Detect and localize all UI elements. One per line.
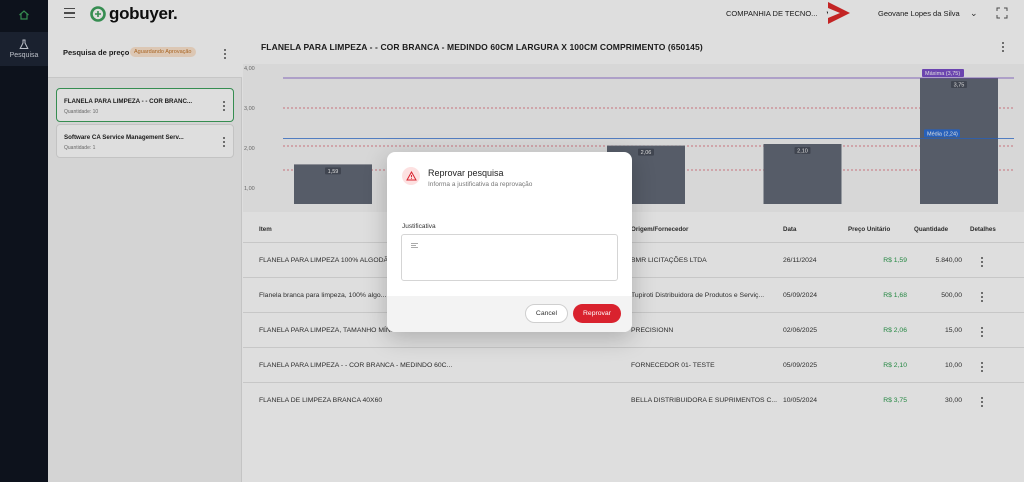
modal-footer: Cancel Reprovar — [387, 296, 632, 332]
modal-subtitle: Informa a justificativa da reprovação — [428, 181, 533, 188]
text-lines-icon — [411, 243, 418, 248]
reject-button[interactable]: Reprovar — [573, 304, 621, 323]
justification-textarea[interactable] — [401, 234, 618, 281]
reject-modal: Reprovar pesquisa Informa a justificativ… — [387, 152, 632, 332]
modal-title: Reprovar pesquisa — [428, 168, 504, 178]
justification-label: Justificativa — [402, 223, 436, 230]
cancel-button[interactable]: Cancel — [525, 304, 568, 323]
warning-triangle-icon — [402, 167, 420, 185]
